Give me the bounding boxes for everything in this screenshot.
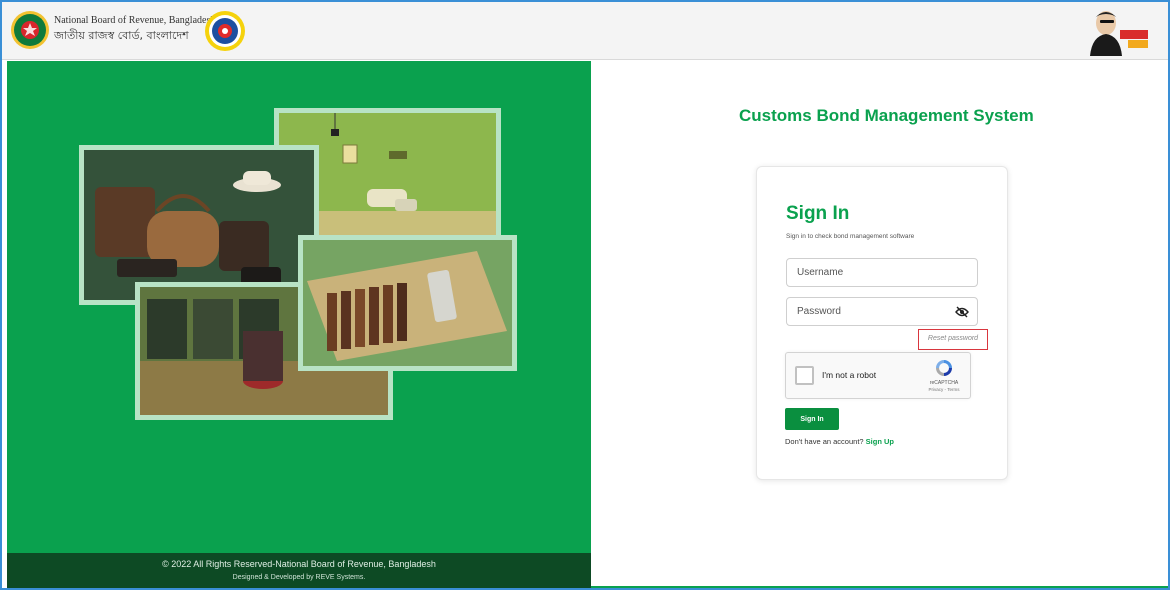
bangladesh-emblem-icon[interactable]	[10, 10, 50, 50]
org-name-bangla: জাতীয় রাজস্ব বোর্ড, বাংলাদেশ	[54, 29, 189, 42]
recaptcha-terms-link[interactable]: Privacy - Terms	[918, 387, 970, 392]
browser-frame: National Board of Revenue, Bangladesh জা…	[0, 0, 1170, 590]
mujib-borsho-logo-icon	[1090, 11, 1148, 56]
developer-credit: Designed & Developed by REVE Systems.	[232, 574, 366, 581]
username-input[interactable]	[787, 259, 977, 286]
reset-password-link[interactable]: Reset password	[919, 335, 987, 342]
copyright-text: © 2022 All Rights Reserved-National Boar…	[162, 559, 436, 569]
username-field-wrapper	[786, 258, 978, 287]
top-header: National Board of Revenue, Bangladesh জা…	[2, 2, 1168, 60]
signup-prompt: Don't have an account?	[785, 437, 864, 446]
signin-panel: Customs Bond Management System Sign In S…	[591, 61, 1168, 588]
sign-up-link[interactable]: Sign Up	[866, 437, 894, 446]
password-input[interactable]	[787, 298, 977, 325]
recaptcha-checkbox[interactable]	[795, 366, 814, 385]
recaptcha-widget: I'm not a robot reCAPTCHA Privacy - Term…	[785, 352, 971, 399]
sign-in-button[interactable]: Sign In	[785, 408, 839, 430]
password-field-wrapper	[786, 297, 978, 326]
leather-bags-photo	[79, 145, 319, 305]
recaptcha-label: I'm not a robot	[822, 370, 877, 380]
signin-subtitle: Sign in to check bond management softwar…	[786, 233, 915, 240]
customs-emblem-icon[interactable]	[204, 10, 246, 52]
reset-password-highlight: Reset password	[918, 329, 988, 350]
eye-slash-icon[interactable]	[955, 306, 969, 318]
signin-card: Sign In Sign in to check bond management…	[756, 166, 1008, 480]
recaptcha-icon	[936, 360, 952, 376]
recaptcha-brand: reCAPTCHA	[929, 380, 959, 386]
signin-title: Sign In	[786, 203, 850, 224]
site-footer: © 2022 All Rights Reserved-National Boar…	[7, 553, 591, 588]
bottom-accent-bar	[591, 586, 1168, 588]
cigar-box-photo	[298, 235, 517, 371]
signup-prompt-line: Don't have an account? Sign Up	[785, 437, 894, 446]
org-name-english: National Board of Revenue, Bangladesh	[54, 15, 216, 26]
hero-panel: © 2022 All Rights Reserved-National Boar…	[7, 61, 591, 588]
system-title: Customs Bond Management System	[739, 106, 1034, 125]
product-collage	[79, 108, 517, 420]
